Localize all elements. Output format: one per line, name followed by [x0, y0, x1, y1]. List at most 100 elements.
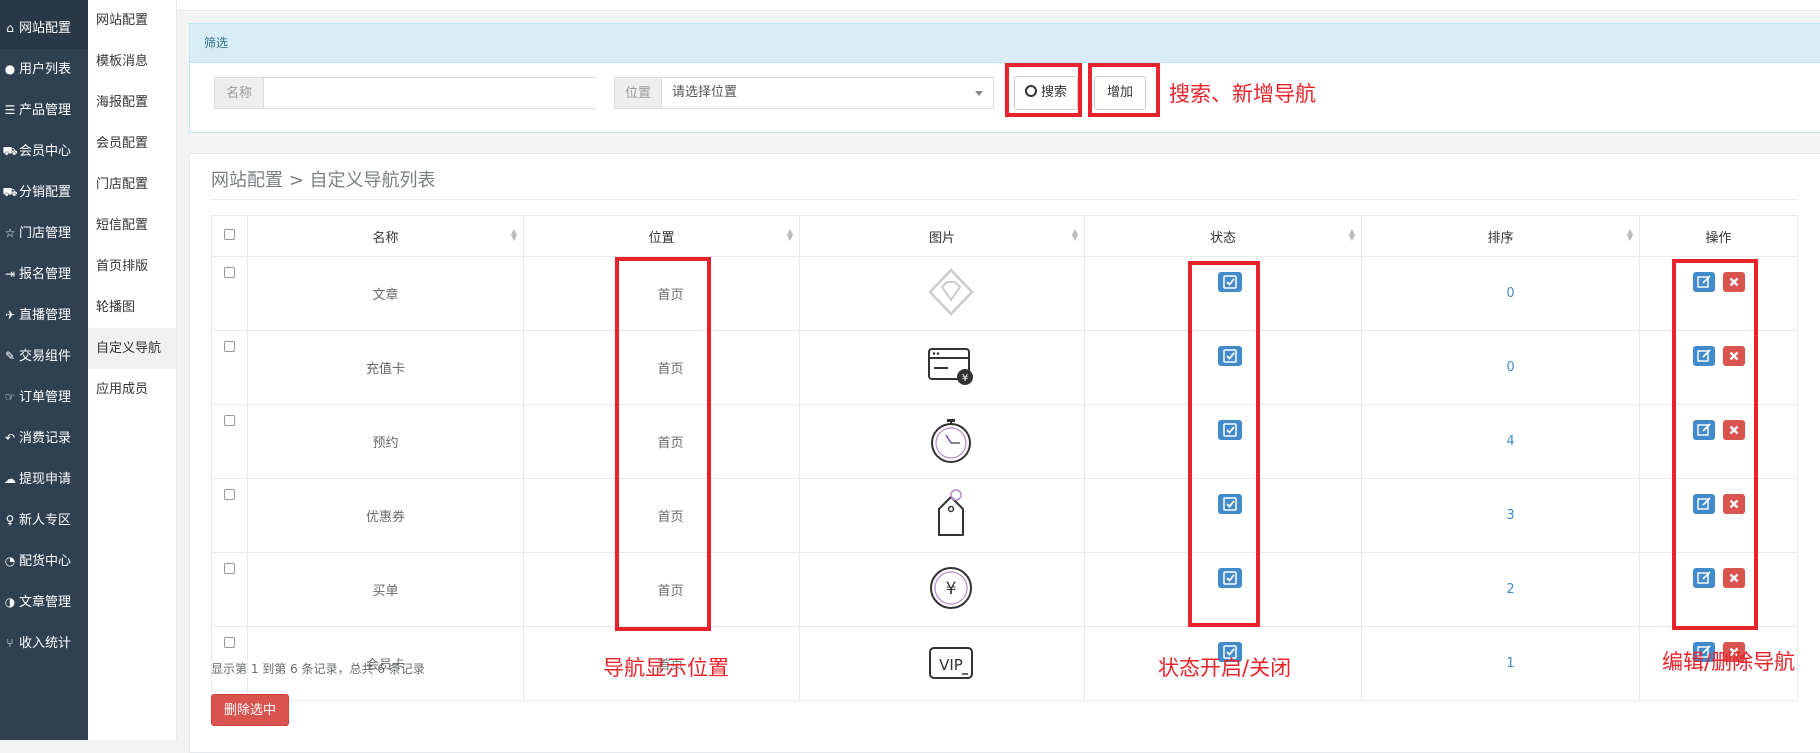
sidebar-item-label: 会员中心 — [19, 144, 72, 159]
sidebar-item-1[interactable]: ● 用户列表 — [0, 49, 88, 90]
sidebar-item-2[interactable]: ☰ 产品管理 — [0, 90, 88, 131]
submenu-item-2[interactable]: 海报配置 — [88, 82, 176, 123]
star-icon: ☆ — [4, 226, 16, 240]
nav-rank: 0 — [1506, 360, 1515, 375]
cell-rank: 1 — [1361, 626, 1640, 701]
main-sidebar: ⌂ 网站配置 ● 用户列表 ☰ 产品管理 ⛟会员中心 ⛟分销配置 ☆ 门店管理 ⇥ 报名管理 ✈ 直播管理… — [0, 0, 88, 740]
sort-icon: ▲ ▼ — [1348, 227, 1355, 242]
row-select-cell — [211, 256, 248, 331]
submenu-item-9[interactable]: 应用成员 — [88, 369, 176, 410]
sidebar-item-3[interactable]: ⛟会员中心 — [0, 131, 88, 172]
operations-highlight-box — [1672, 259, 1758, 630]
sidebar-item-7[interactable]: ✈ 直播管理 — [0, 295, 88, 336]
submenu-item-0[interactable]: 网站配置 — [88, 0, 176, 41]
recharge-card-icon: ¥ — [926, 344, 976, 392]
sidebar-item-10[interactable]: ↶ 消费记录 — [0, 418, 88, 459]
header-position-label: 位置 — [648, 230, 675, 246]
cell-image: ¥ — [799, 552, 1085, 627]
svg-text:¥: ¥ — [962, 373, 968, 384]
sidebar-item-9[interactable]: ☞ 订单管理 — [0, 377, 88, 418]
sidebar-item-14[interactable]: ◑ 文章管理 — [0, 582, 88, 623]
sidebar-item-15[interactable]: ⑂ 收入统计 — [0, 623, 88, 664]
row-checkbox[interactable] — [224, 489, 235, 500]
svg-text:¥: ¥ — [946, 579, 957, 599]
table-row: 买单 首页 ¥2 — [211, 552, 1798, 627]
row-checkbox[interactable] — [224, 415, 235, 426]
header-rank[interactable]: 排序 ▲ ▼ — [1361, 215, 1640, 257]
row-select-cell — [211, 330, 248, 405]
sidebar-item-4[interactable]: ⛟分销配置 — [0, 172, 88, 213]
cell-rank: 2 — [1361, 552, 1640, 627]
cell-name: 充值卡 — [247, 330, 524, 405]
breadcrumb-divider — [211, 199, 1797, 200]
nav-rank: 0 — [1506, 286, 1515, 301]
sidebar-item-6[interactable]: ⇥ 报名管理 — [0, 254, 88, 295]
sidebar-divider — [176, 0, 177, 740]
nav-name: 文章 — [372, 288, 399, 303]
sort-icon: ▲ ▼ — [1626, 227, 1633, 242]
submenu-item-7[interactable]: 轮播图 — [88, 287, 176, 328]
select-all-checkbox[interactable] — [224, 228, 235, 240]
row-checkbox[interactable] — [224, 563, 235, 574]
home-icon: ⌂ — [6, 21, 14, 35]
header-status[interactable]: 状态 ▲ ▼ — [1084, 215, 1362, 257]
header-position[interactable]: 位置 ▲ ▼ — [523, 215, 800, 257]
submenu-item-5[interactable]: 短信配置 — [88, 205, 176, 246]
row-checkbox[interactable] — [224, 341, 235, 352]
sidebar-item-0[interactable]: ⌂ 网站配置 — [0, 8, 88, 49]
sort-icon: ▲ ▼ — [1071, 227, 1078, 242]
sidebar-item-label: 产品管理 — [19, 103, 72, 118]
search-add-annotation: 搜索、新增导航 — [1169, 82, 1316, 106]
submenu-item-6[interactable]: 首页排版 — [88, 246, 176, 287]
chevron-down-icon — [975, 91, 983, 96]
submenu-item-3[interactable]: 会员配置 — [88, 123, 176, 164]
breadcrumb: 网站配置 > 自定义导航列表 — [211, 170, 436, 191]
cell-name: 买单 — [247, 552, 524, 627]
cell-image: ¥ — [799, 330, 1085, 405]
sidebar-item-12[interactable]: ♀ 新人专区 — [0, 500, 88, 541]
header-name[interactable]: 名称 ▲ ▼ — [247, 215, 524, 257]
delete-selected-button[interactable]: 删除选中 — [211, 694, 289, 726]
status-highlight-box — [1188, 261, 1260, 627]
cart-icon: ⛟ — [2, 144, 18, 158]
submenu-item-8[interactable]: 自定义导航 — [88, 328, 176, 369]
coupon-tag-icon — [929, 487, 973, 545]
sidebar-item-label: 报名管理 — [19, 267, 72, 282]
table-row: 充值卡 首页 ¥0 — [211, 330, 1798, 405]
table-body: 文章 首页 0 充值卡 首页 ¥0 预约 首页 4 优惠券 首页 3 买单 首页 ¥2 会员卡 首页 VIP 1 — [211, 256, 1798, 701]
chat-icon: ☁ — [4, 472, 16, 486]
sidebar-item-13[interactable]: ◔ 配货中心 — [0, 541, 88, 582]
header-image[interactable]: 图片 ▲ ▼ — [799, 215, 1085, 257]
sidebar-item-label: 交易组件 — [19, 349, 72, 364]
sidebar-item-8[interactable]: ✎ 交易组件 — [0, 336, 88, 377]
name-input[interactable] — [274, 78, 599, 108]
svg-text:VIP: VIP — [939, 656, 963, 674]
status-annotation: 状态开启/关闭 — [1158, 656, 1292, 680]
sidebar-top-strip — [0, 0, 88, 8]
header-image-label: 图片 — [928, 230, 955, 246]
position-select[interactable]: 请选择位置 — [661, 77, 994, 109]
sidebar-item-label: 分销配置 — [19, 185, 72, 200]
sidebar-item-label: 配货中心 — [19, 554, 72, 569]
cell-name: 文章 — [247, 256, 524, 331]
plane-icon: ✈ — [4, 308, 16, 322]
filter-panel-title: 筛选 — [190, 24, 1820, 63]
cell-rank: 3 — [1361, 478, 1640, 553]
table-row: 优惠券 首页 3 — [211, 478, 1798, 553]
sidebar-item-5[interactable]: ☆ 门店管理 — [0, 213, 88, 254]
cell-image — [799, 404, 1085, 479]
cell-image — [799, 256, 1085, 331]
table-row: 文章 首页 0 — [211, 256, 1798, 331]
cell-image: VIP — [799, 626, 1085, 701]
sidebar-menu: ⌂ 网站配置 ● 用户列表 ☰ 产品管理 ⛟会员中心 ⛟分销配置 ☆ 门店管理 ⇥ 报名管理 ✈ 直播管理… — [0, 8, 88, 664]
sidebar-item-label: 提现申请 — [19, 472, 72, 487]
row-checkbox[interactable] — [224, 637, 235, 648]
submenu-item-4[interactable]: 门店配置 — [88, 164, 176, 205]
row-checkbox[interactable] — [224, 267, 235, 278]
nav-name: 优惠券 — [365, 510, 405, 525]
submenu-item-1[interactable]: 模板消息 — [88, 41, 176, 82]
sidebar-item-label: 消费记录 — [19, 431, 72, 446]
cell-name: 优惠券 — [247, 478, 524, 553]
sidebar-item-11[interactable]: ☁ 提现申请 — [0, 459, 88, 500]
navigation-table: 名称 ▲ ▼ 位置 ▲ ▼ 图片 ▲ ▼ 状态 ▲ ▼ 排序 ▲ ▼ 操作 文章 首页 0 充值卡 首页 ¥0… — [211, 215, 1798, 701]
